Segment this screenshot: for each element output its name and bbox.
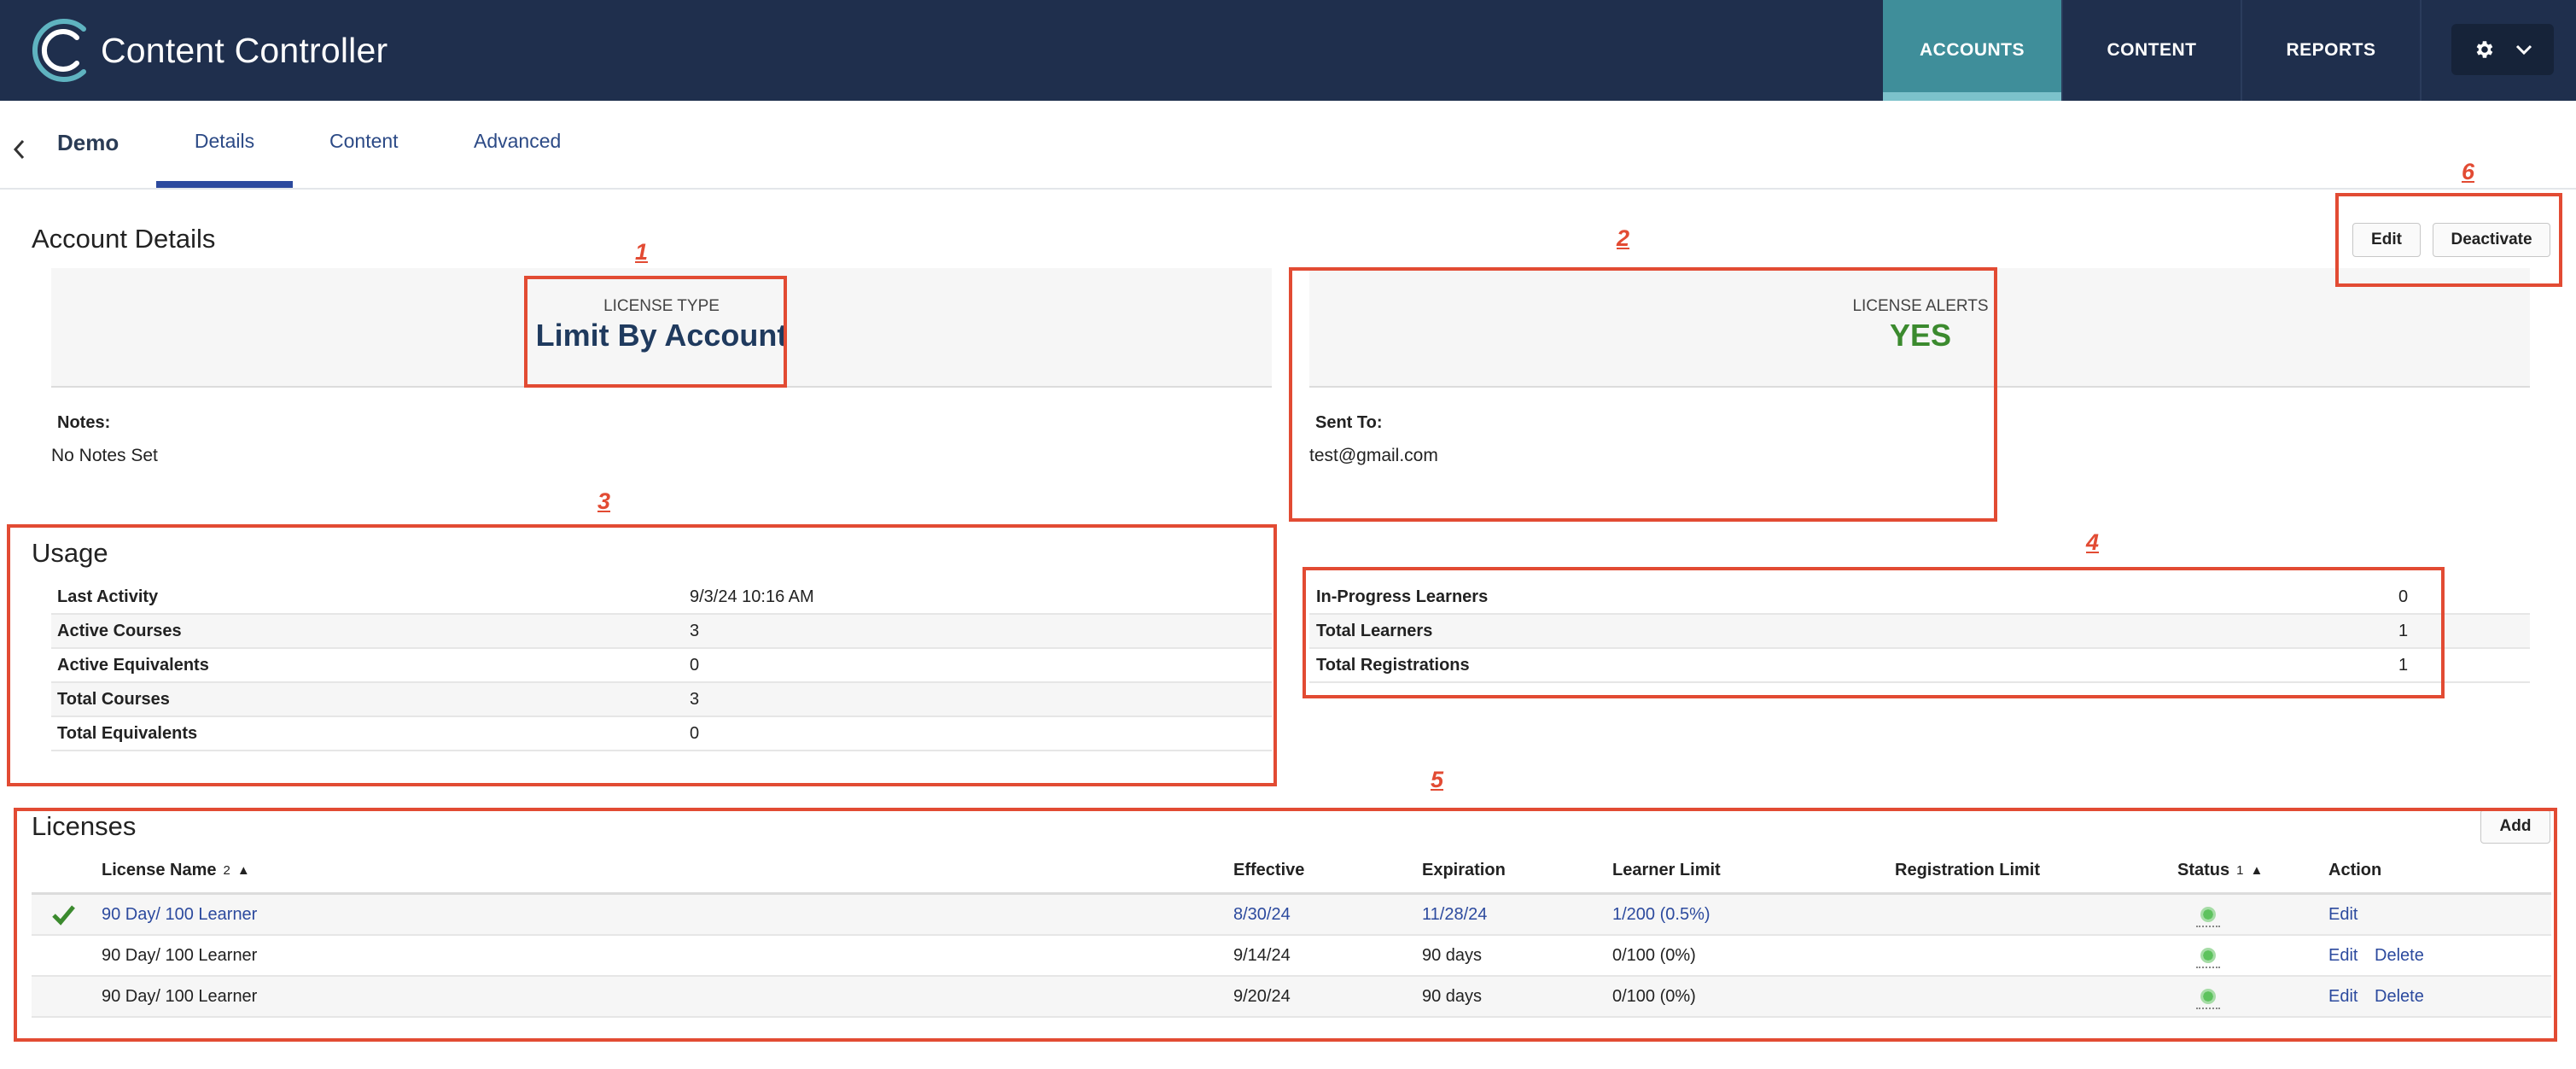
settings-menu-button[interactable]	[2451, 24, 2554, 75]
annotation-number-2: 2	[1617, 225, 1630, 251]
annotation-number-1: 1	[635, 239, 649, 265]
tab-details[interactable]: Details	[156, 130, 293, 153]
annotation-box-5	[14, 808, 2557, 1042]
annotation-number-3: 3	[597, 488, 611, 514]
nav-content[interactable]: CONTENT	[2063, 0, 2242, 101]
tab-content[interactable]: Content	[329, 130, 399, 153]
active-tab-indicator	[156, 181, 293, 188]
back-button[interactable]	[9, 135, 29, 164]
annotation-number-5: 5	[1431, 767, 1444, 792]
annotation-number-6: 6	[2462, 159, 2475, 184]
annotation-number-4: 4	[2086, 529, 2100, 555]
chevron-down-icon	[2515, 44, 2532, 55]
tab-advanced[interactable]: Advanced	[474, 130, 561, 153]
chevron-left-icon	[13, 139, 25, 160]
annotation-box-1	[524, 276, 787, 388]
app-title: Content Controller	[101, 30, 388, 70]
notes-label: Notes:	[57, 413, 111, 432]
annotation-box-2	[1289, 267, 1997, 522]
nav-reports[interactable]: REPORTS	[2242, 0, 2422, 101]
account-subnav: Demo Details Content Advanced	[0, 101, 2576, 190]
notes-value: No Notes Set	[51, 446, 158, 465]
account-name: Demo	[57, 130, 119, 155]
nav-accounts[interactable]: ACCOUNTS	[1883, 0, 2063, 101]
content-controller-logo-icon	[32, 19, 86, 82]
app-logo[interactable]: Content Controller	[31, 15, 388, 85]
gear-icon	[2476, 41, 2493, 58]
top-navigation-bar: Content Controller ACCOUNTS CONTENT REPO…	[0, 0, 2576, 101]
annotation-box-3	[7, 524, 1277, 786]
account-details-heading: Account Details	[32, 224, 216, 254]
annotation-box-6	[2335, 193, 2562, 287]
annotation-box-4	[1303, 567, 2445, 698]
